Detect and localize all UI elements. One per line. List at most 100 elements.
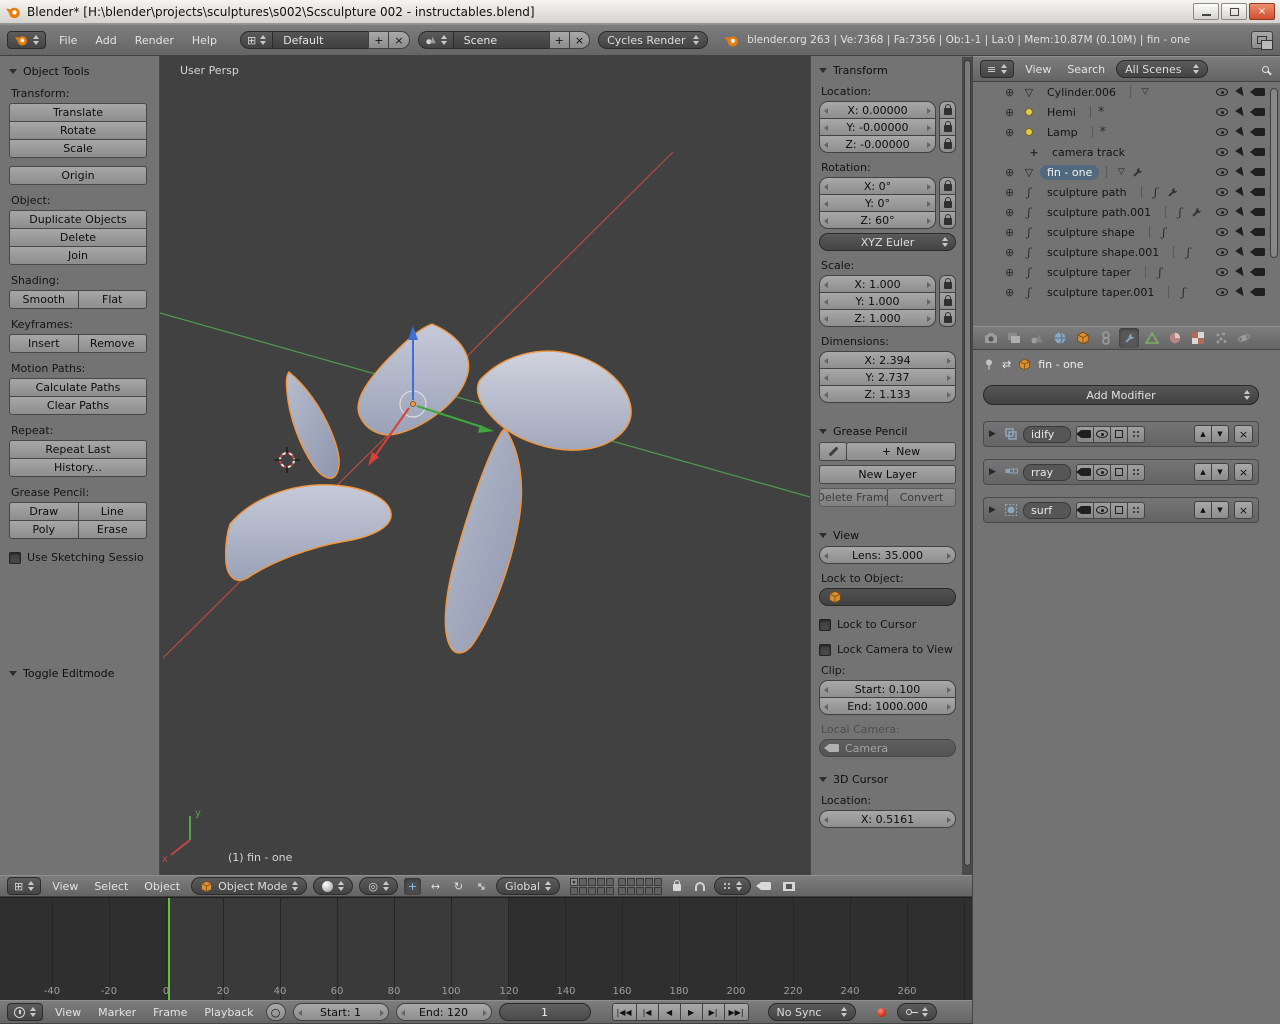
jump-to-start-button[interactable]: |◀◀ xyxy=(611,1003,637,1021)
outliner-item-label-selected[interactable]: fin - one xyxy=(1040,164,1100,180)
cage-toggle-icon[interactable] xyxy=(1127,463,1145,481)
checkbox-icon[interactable] xyxy=(9,551,21,564)
tab-object[interactable] xyxy=(1073,328,1093,348)
visibility-toggle-icon[interactable] xyxy=(1216,288,1228,296)
snap-element-selector[interactable] xyxy=(714,877,752,895)
repeat-last-button[interactable]: Repeat Last xyxy=(9,440,147,459)
frame-start-field[interactable]: Start: 1 xyxy=(292,1003,389,1021)
tab-particles[interactable] xyxy=(1211,328,1231,348)
visibility-toggle-icon[interactable] xyxy=(1216,88,1228,96)
expand-icon[interactable]: ▶ xyxy=(989,429,999,439)
layer-cell[interactable] xyxy=(579,886,588,895)
move-modifier-down-button[interactable]: ▼ xyxy=(1211,463,1229,481)
help-menu[interactable]: Help xyxy=(187,34,222,47)
layer-cell[interactable] xyxy=(636,877,645,886)
selectability-toggle-icon[interactable] xyxy=(1235,146,1247,158)
visibility-toggle-icon[interactable] xyxy=(1216,128,1228,136)
expand-icon[interactable]: ⊕ xyxy=(1005,126,1018,139)
sketching-sessions-checkbox-row[interactable]: Use Sketching Sessio xyxy=(9,551,147,564)
selectability-toggle-icon[interactable] xyxy=(1235,246,1247,258)
tab-material[interactable] xyxy=(1165,328,1185,348)
dimension-y-field[interactable]: Y: 2.737 xyxy=(819,368,956,386)
outliner-item-label[interactable]: sculpture taper xyxy=(1040,265,1138,280)
rotate-button[interactable]: Rotate xyxy=(9,121,147,140)
calculate-paths-button[interactable]: Calculate Paths xyxy=(9,378,147,397)
frame-menu[interactable]: Frame xyxy=(148,1006,192,1019)
gp-new-layer-button[interactable]: New Layer xyxy=(819,465,956,484)
selectability-toggle-icon[interactable] xyxy=(1235,166,1247,178)
delete-screen-button[interactable]: × xyxy=(388,31,410,49)
lock-location-x-button[interactable] xyxy=(939,101,956,119)
transform-panel-header[interactable]: Transform xyxy=(819,64,956,77)
history-button[interactable]: History... xyxy=(9,458,147,477)
render-opengl-icon[interactable] xyxy=(756,878,774,895)
visibility-toggle-icon[interactable] xyxy=(1216,208,1228,216)
render-toggle-icon[interactable] xyxy=(1075,425,1094,443)
outliner-row-active[interactable]: ⊕ ▽ fin - one ▽ xyxy=(973,162,1280,182)
clip-end-field[interactable]: End: 1000.000 xyxy=(819,697,956,715)
sync-mode-selector[interactable]: No Sync xyxy=(767,1003,856,1021)
fin-object-bottom-left[interactable] xyxy=(224,484,392,581)
clear-paths-button[interactable]: Clear Paths xyxy=(9,396,147,415)
fin-object-blade[interactable] xyxy=(444,428,523,654)
layer-cell[interactable] xyxy=(597,877,606,886)
viewport-toggle-icon[interactable] xyxy=(1093,501,1111,519)
selectability-toggle-icon[interactable] xyxy=(1235,206,1247,218)
view-menu[interactable]: View xyxy=(50,1006,86,1019)
titlebar[interactable]: Blender* [H:\blender\projects\sculptures… xyxy=(0,0,1280,24)
delete-modifier-button[interactable]: × xyxy=(1234,501,1253,519)
layer-cell-active[interactable] xyxy=(570,877,579,886)
move-modifier-down-button[interactable]: ▼ xyxy=(1211,425,1229,443)
expand-icon[interactable]: ⊕ xyxy=(1005,86,1018,99)
outliner-row[interactable]: ⊕ Lamp * xyxy=(973,122,1280,142)
editor-type-selector[interactable] xyxy=(7,1003,43,1021)
view-menu[interactable]: View xyxy=(1020,63,1056,76)
close-button[interactable]: × xyxy=(1249,3,1275,20)
tab-physics[interactable] xyxy=(1234,328,1254,348)
grease-pencil-panel-header[interactable]: Grease Pencil xyxy=(819,425,956,438)
render-toggle-icon[interactable] xyxy=(1075,463,1094,481)
layers-widget[interactable] xyxy=(570,877,663,895)
join-button[interactable]: Join xyxy=(9,246,147,265)
rotate-manipulator-icon[interactable]: ↻ xyxy=(450,878,467,895)
select-menu[interactable]: Select xyxy=(89,880,133,893)
layer-cell[interactable] xyxy=(654,886,663,895)
move-modifier-up-button[interactable]: ▲ xyxy=(1194,463,1212,481)
scale-z-field[interactable]: Z: 1.000 xyxy=(819,309,936,327)
lens-field[interactable]: Lens: 35.000 xyxy=(819,546,956,564)
layer-cell[interactable] xyxy=(636,886,645,895)
scale-button[interactable]: Scale xyxy=(9,139,147,158)
render-menu[interactable]: Render xyxy=(130,34,179,47)
lock-rotation-x-button[interactable] xyxy=(939,177,956,195)
visibility-toggle-icon[interactable] xyxy=(1216,168,1228,176)
location-y-field[interactable]: Y: -0.00000 xyxy=(819,118,936,136)
outliner-item-label[interactable]: Cylinder.006 xyxy=(1040,85,1123,100)
editor-type-selector[interactable] xyxy=(7,31,46,49)
add-screen-button[interactable]: + xyxy=(368,31,390,49)
outliner-scrollbar[interactable] xyxy=(1270,88,1278,258)
layer-cell[interactable] xyxy=(627,886,636,895)
modifier-name-field[interactable]: surf xyxy=(1023,501,1071,519)
selectability-toggle-icon[interactable] xyxy=(1235,266,1247,278)
move-modifier-up-button[interactable]: ▲ xyxy=(1194,501,1212,519)
play-reverse-button[interactable]: ◀ xyxy=(657,1003,681,1021)
renderability-toggle-icon[interactable] xyxy=(1250,268,1265,276)
layer-cell[interactable] xyxy=(645,886,654,895)
outliner-item-label[interactable]: Hemi xyxy=(1040,105,1083,120)
lock-rotation-z-button[interactable] xyxy=(939,211,956,229)
object-menu[interactable]: Object xyxy=(139,880,185,893)
translate-manipulator-icon[interactable]: ↔ xyxy=(427,878,444,895)
render-engine-selector[interactable]: Cycles Render xyxy=(598,31,709,49)
lock-scale-z-button[interactable] xyxy=(939,309,956,327)
shade-smooth-button[interactable]: Smooth xyxy=(9,290,79,309)
file-menu[interactable]: File xyxy=(54,34,82,47)
viewport-shading-selector[interactable] xyxy=(313,877,354,895)
location-x-field[interactable]: X: 0.00000 xyxy=(819,101,936,119)
rotation-y-field[interactable]: Y: 0° xyxy=(819,194,936,212)
lock-scale-x-button[interactable] xyxy=(939,275,956,293)
pivot-selector[interactable]: ◎ xyxy=(359,877,398,895)
expand-icon[interactable]: ⊕ xyxy=(1005,186,1018,199)
scale-x-field[interactable]: X: 1.000 xyxy=(819,275,936,293)
selectability-toggle-icon[interactable] xyxy=(1235,186,1247,198)
rotation-x-field[interactable]: X: 0° xyxy=(819,177,936,195)
